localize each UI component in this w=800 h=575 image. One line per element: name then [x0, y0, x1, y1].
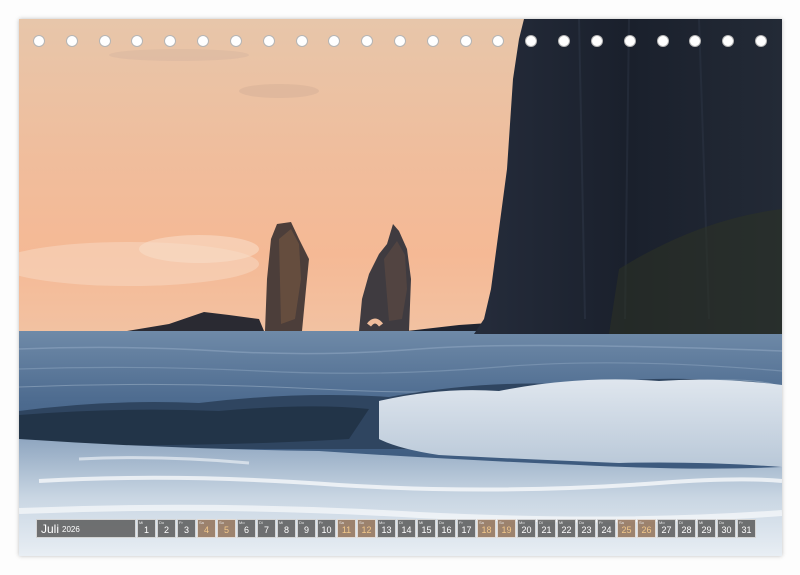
binding-hole — [230, 35, 242, 47]
day-cell: Do 9 — [297, 519, 316, 538]
binding-hole — [328, 35, 340, 47]
day-cell: Fr 17 — [457, 519, 476, 538]
binding-hole — [558, 35, 570, 47]
day-cell: So 26 — [637, 519, 656, 538]
binding-hole — [99, 35, 111, 47]
binding-hole — [296, 35, 308, 47]
day-number: 17 — [461, 525, 472, 535]
day-number: 30 — [721, 525, 732, 535]
day-number: 4 — [203, 525, 209, 535]
day-number: 1 — [143, 525, 149, 535]
day-cell: Fr 31 — [737, 519, 756, 538]
binding-hole — [657, 35, 669, 47]
day-number: 10 — [321, 525, 332, 535]
day-cell: Mi 1 — [137, 519, 156, 538]
day-cell: Mi 29 — [697, 519, 716, 538]
day-number: 5 — [223, 525, 229, 535]
day-cell: Di 14 — [397, 519, 416, 538]
month-label-box: Juli 2026 — [36, 519, 136, 538]
day-cell: Di 28 — [677, 519, 696, 538]
day-cell: Mo 6 — [237, 519, 256, 538]
calendar-strip: Juli 2026 Mi 1 Do 2 Fr 3 Sa 4 So 5 Mo 6 Di 7 Mi 8 Do 9 Fr 1… — [36, 519, 756, 538]
binding-hole — [624, 35, 636, 47]
day-number: 8 — [283, 525, 289, 535]
month-year: 2026 — [62, 525, 80, 534]
day-number: 21 — [541, 525, 552, 535]
calendar-page: Juli 2026 Mi 1 Do 2 Fr 3 Sa 4 So 5 Mo 6 Di 7 Mi 8 Do 9 Fr 1… — [0, 0, 800, 575]
day-number: 31 — [741, 525, 752, 535]
binding-hole — [460, 35, 472, 47]
day-cell: Sa 25 — [617, 519, 636, 538]
day-cell: Sa 4 — [197, 519, 216, 538]
day-cell: Do 16 — [437, 519, 456, 538]
day-number: 7 — [263, 525, 269, 535]
day-cell: Di 21 — [537, 519, 556, 538]
day-number: 3 — [183, 525, 189, 535]
day-cell: Sa 11 — [337, 519, 356, 538]
day-number: 27 — [661, 525, 672, 535]
day-cells: Mi 1 Do 2 Fr 3 Sa 4 So 5 Mo 6 Di 7 Mi 8 Do 9 Fr 10 Sa 11 So 12 M… — [136, 519, 756, 538]
day-number: 24 — [601, 525, 612, 535]
binding-hole — [591, 35, 603, 47]
day-number: 29 — [701, 525, 712, 535]
day-number: 23 — [581, 525, 592, 535]
binding-hole — [755, 35, 767, 47]
day-cell: Do 23 — [577, 519, 596, 538]
day-number: 20 — [521, 525, 532, 535]
day-cell: Mo 20 — [517, 519, 536, 538]
binding-hole — [722, 35, 734, 47]
day-cell: Di 7 — [257, 519, 276, 538]
day-number: 16 — [441, 525, 452, 535]
binding-hole — [33, 35, 45, 47]
binding-holes — [33, 35, 767, 49]
day-cell: So 5 — [217, 519, 236, 538]
day-cell: So 12 — [357, 519, 376, 538]
binding-hole — [263, 35, 275, 47]
month-name: Juli — [41, 521, 60, 536]
day-number: 28 — [681, 525, 692, 535]
binding-hole — [66, 35, 78, 47]
binding-hole — [164, 35, 176, 47]
binding-hole — [427, 35, 439, 47]
binding-hole — [197, 35, 209, 47]
day-number: 12 — [361, 525, 372, 535]
day-cell: Do 2 — [157, 519, 176, 538]
binding-hole — [131, 35, 143, 47]
day-number: 6 — [243, 525, 249, 535]
binding-hole — [394, 35, 406, 47]
day-cell: Mi 22 — [557, 519, 576, 538]
binding-hole — [689, 35, 701, 47]
binding-hole — [525, 35, 537, 47]
day-cell: Do 30 — [717, 519, 736, 538]
day-cell: Mi 15 — [417, 519, 436, 538]
day-number: 25 — [621, 525, 632, 535]
day-cell: Fr 24 — [597, 519, 616, 538]
day-number: 15 — [421, 525, 432, 535]
day-number: 14 — [401, 525, 412, 535]
binding-hole — [361, 35, 373, 47]
day-number: 11 — [341, 525, 352, 535]
day-number: 18 — [481, 525, 492, 535]
day-number: 13 — [381, 525, 392, 535]
day-cell: Sa 18 — [477, 519, 496, 538]
sea-stacks-scene — [19, 19, 782, 556]
day-number: 22 — [561, 525, 572, 535]
day-cell: Fr 10 — [317, 519, 336, 538]
day-cell: Fr 3 — [177, 519, 196, 538]
binding-hole — [492, 35, 504, 47]
day-cell: Mo 27 — [657, 519, 676, 538]
day-number: 2 — [163, 525, 169, 535]
day-number: 9 — [303, 525, 309, 535]
landscape-photo — [19, 19, 782, 556]
day-number: 19 — [501, 525, 512, 535]
day-number: 26 — [641, 525, 652, 535]
day-cell: Mo 13 — [377, 519, 396, 538]
day-cell: Mi 8 — [277, 519, 296, 538]
day-cell: So 19 — [497, 519, 516, 538]
